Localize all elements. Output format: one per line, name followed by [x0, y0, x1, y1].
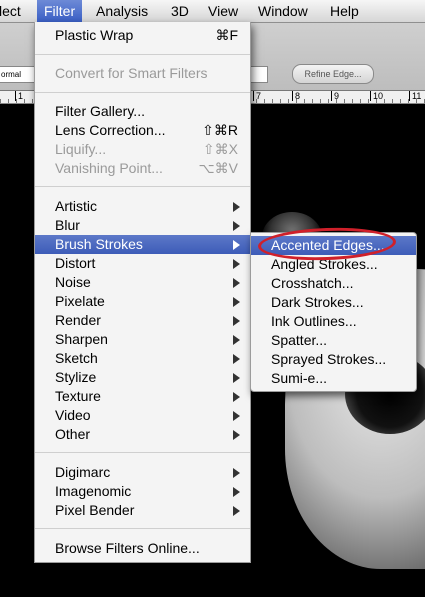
submenu-arrow-icon [233, 202, 240, 212]
submenu-arrow-icon [233, 430, 240, 440]
menu-item-distort[interactable]: Distort [35, 254, 250, 273]
ruler-number: 11 [409, 91, 421, 101]
menu-item-blur[interactable]: Blur [35, 216, 250, 235]
menu-3d[interactable]: 3D [171, 3, 189, 19]
ruler-number: 7 [253, 91, 261, 101]
submenu-arrow-icon [233, 392, 240, 402]
menu-item-last-filter[interactable]: Plastic Wrap ⌘F [35, 26, 250, 45]
menu-help[interactable]: Help [330, 3, 359, 19]
submenu-arrow-icon [233, 373, 240, 383]
menu-item-video[interactable]: Video [35, 406, 250, 425]
submenu-arrow-icon [233, 240, 240, 250]
menu-view[interactable]: View [208, 3, 238, 19]
shortcut: ⇧⌘R [202, 122, 238, 138]
menu-item-filter-gallery[interactable]: Filter Gallery... [35, 102, 250, 121]
submenu-item-spatter[interactable]: Spatter... [251, 331, 416, 350]
submenu-arrow-icon [233, 335, 240, 345]
submenu-arrow-icon [233, 411, 240, 421]
menu-item-browse-filters-online[interactable]: Browse Filters Online... [35, 539, 250, 558]
filter-menu: Plastic Wrap ⌘F Convert for Smart Filter… [34, 22, 251, 563]
submenu-arrow-icon [233, 468, 240, 478]
submenu-arrow-icon [233, 487, 240, 497]
submenu-arrow-icon [233, 354, 240, 364]
menu-bar: lect Filter Analysis 3D View Window Help [0, 0, 425, 23]
submenu-item-sprayed-strokes[interactable]: Sprayed Strokes... [251, 350, 416, 369]
menu-item-imagenomic[interactable]: Imagenomic [35, 482, 250, 501]
menu-item-convert-smart-filters: Convert for Smart Filters [55, 65, 208, 81]
menu-item-vanishing-point: Vanishing Point... ⌥⌘V [55, 160, 238, 176]
submenu-arrow-icon [233, 221, 240, 231]
menu-separator [35, 452, 250, 453]
submenu-item-dark-strokes[interactable]: Dark Strokes... [251, 293, 416, 312]
menu-item-lens-correction[interactable]: Lens Correction... ⇧⌘R [35, 121, 250, 140]
menu-select[interactable]: lect [0, 3, 21, 19]
menu-item-brush-strokes[interactable]: Brush Strokes [35, 235, 250, 254]
menu-item-sketch[interactable]: Sketch [35, 349, 250, 368]
menu-item-other[interactable]: Other [35, 425, 250, 444]
menu-separator [35, 528, 250, 529]
menu-separator [35, 54, 250, 55]
ruler-number: 1 [15, 91, 23, 101]
height-field[interactable] [250, 66, 268, 83]
submenu-arrow-icon [233, 259, 240, 269]
menu-separator [35, 92, 250, 93]
menu-analysis[interactable]: Analysis [96, 3, 148, 19]
style-select[interactable]: ormal [0, 66, 36, 83]
menu-item-noise[interactable]: Noise [35, 273, 250, 292]
menu-item-sharpen[interactable]: Sharpen [35, 330, 250, 349]
submenu-arrow-icon [233, 297, 240, 307]
menu-filter[interactable]: Filter [37, 0, 83, 22]
submenu-item-sumi-e[interactable]: Sumi-e... [251, 369, 416, 388]
submenu-arrow-icon [233, 278, 240, 288]
menu-item-render[interactable]: Render [35, 311, 250, 330]
shortcut: ⌘F [215, 27, 238, 43]
submenu-arrow-icon [233, 316, 240, 326]
menu-separator [35, 186, 250, 187]
submenu-arrow-icon [233, 506, 240, 516]
shortcut: ⌥⌘V [198, 160, 238, 176]
ruler-number: 9 [331, 91, 339, 101]
submenu-item-crosshatch[interactable]: Crosshatch... [251, 274, 416, 293]
ruler-number: 10 [370, 91, 383, 101]
ruler-number: 8 [292, 91, 300, 101]
menu-window[interactable]: Window [258, 3, 308, 19]
menu-item-pixelate[interactable]: Pixelate [35, 292, 250, 311]
submenu-item-ink-outlines[interactable]: Ink Outlines... [251, 312, 416, 331]
menu-item-texture[interactable]: Texture [35, 387, 250, 406]
shortcut: ⇧⌘X [202, 141, 238, 157]
menu-item-artistic[interactable]: Artistic [35, 197, 250, 216]
menu-item-stylize[interactable]: Stylize [35, 368, 250, 387]
menu-item-pixel-bender[interactable]: Pixel Bender [35, 501, 250, 520]
refine-edge-button[interactable]: Refine Edge... [292, 64, 374, 84]
menu-item-liquify: Liquify... ⇧⌘X [55, 141, 238, 157]
menu-item-digimarc[interactable]: Digimarc [35, 463, 250, 482]
